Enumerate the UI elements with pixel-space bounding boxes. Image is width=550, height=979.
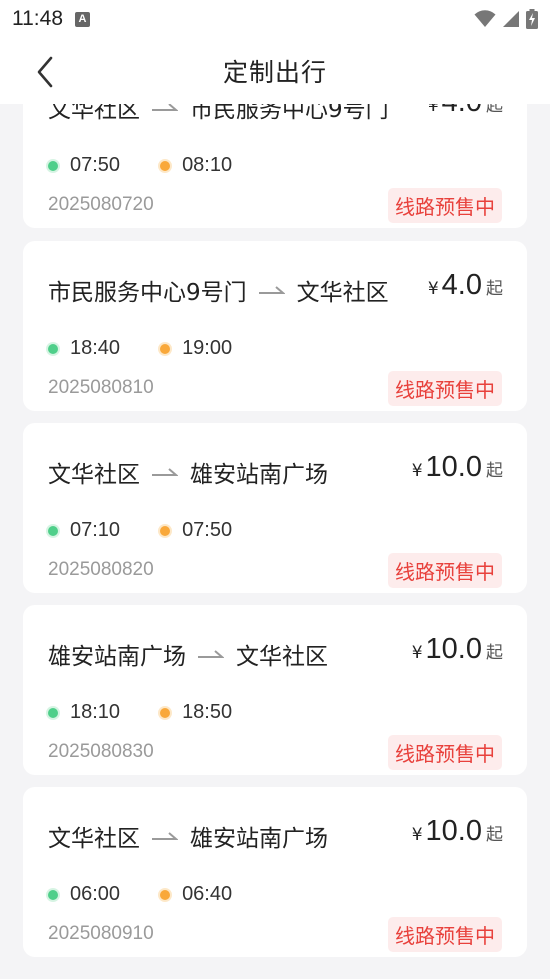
arrive-time: 18:50 <box>182 701 233 723</box>
route-from: 雄安站南广场 <box>48 644 186 670</box>
route-to: 文华社区 <box>236 644 328 670</box>
app-header: 定制出行 <box>0 38 550 104</box>
wifi-icon <box>474 10 496 27</box>
route-code: 2025080720 <box>48 194 154 215</box>
price-suffix: 起 <box>486 279 503 299</box>
price-currency: ¥ <box>411 825 423 845</box>
orange-dot-icon <box>160 707 171 718</box>
depart-time-item: 06:00 <box>48 883 120 906</box>
route-code: 2025080910 <box>48 923 154 944</box>
arrive-time: 07:50 <box>182 519 233 541</box>
arrive-time: 19:00 <box>182 337 233 359</box>
route-name: 文华社区 雄安站南广场 <box>48 455 328 489</box>
price: ¥ 10.0 起 <box>412 633 503 666</box>
green-dot-icon <box>48 160 58 171</box>
route-code: 2025080830 <box>48 741 154 762</box>
arrive-time-item: 07:50 <box>160 519 232 542</box>
status-icons <box>474 9 538 29</box>
green-dot-icon <box>48 707 58 718</box>
route-card[interactable]: 雄安站南广场 文华社区 ¥ 10.0 起 18:10 18:50 2025080… <box>23 605 527 775</box>
status-badge: 线路预售中 <box>388 917 502 952</box>
time-row: 18:40 19:00 <box>48 337 232 360</box>
arrive-time: 08:10 <box>182 154 233 176</box>
arrive-time-item: 19:00 <box>160 337 232 360</box>
depart-time-item: 18:40 <box>48 337 120 360</box>
time-row: 18:10 18:50 <box>48 701 232 724</box>
price-suffix: 起 <box>486 643 503 663</box>
price-value: 10.0 <box>425 633 482 665</box>
orange-dot-icon <box>160 160 171 171</box>
arrive-time: 06:40 <box>182 883 233 905</box>
route-from: 文华社区 <box>48 826 140 852</box>
arrive-time-item: 06:40 <box>160 883 232 906</box>
price-currency: ¥ <box>411 461 423 481</box>
route-card[interactable]: 文华社区 雄安站南广场 ¥ 10.0 起 07:10 07:50 2025080… <box>23 423 527 593</box>
depart-time-item: 18:10 <box>48 701 120 724</box>
a-icon: A <box>75 11 90 27</box>
price: ¥ 10.0 起 <box>412 451 503 484</box>
depart-time-item: 07:10 <box>48 519 120 542</box>
page-title: 定制出行 <box>222 58 327 87</box>
route-card[interactable]: 文华社区 雄安站南广场 ¥ 10.0 起 06:00 06:40 2025080… <box>23 787 527 957</box>
route-from: 市民服务中心9号门 <box>48 280 247 306</box>
arrive-time-item: 18:50 <box>160 701 232 724</box>
route-to: 文华社区 <box>296 280 389 306</box>
depart-time: 07:10 <box>70 519 121 541</box>
depart-time: 06:00 <box>70 883 121 905</box>
route-to: 雄安站南广场 <box>190 462 328 488</box>
route-from: 文华社区 <box>48 462 140 488</box>
orange-dot-icon <box>160 343 171 354</box>
price-value: 10.0 <box>425 451 482 483</box>
signal-icon <box>503 11 519 27</box>
price-value: 10.0 <box>425 815 482 847</box>
chevron-left-icon <box>37 56 53 88</box>
route-code: 2025080810 <box>48 377 154 398</box>
status-bar: 11:48 A <box>0 0 550 38</box>
route-name: 文华社区 雄安站南广场 <box>48 819 328 853</box>
status-badge: 线路预售中 <box>388 371 502 406</box>
arrow-right-icon <box>198 649 224 659</box>
depart-time: 18:40 <box>70 337 121 359</box>
time-row: 06:00 06:40 <box>48 883 232 906</box>
green-dot-icon <box>48 525 58 536</box>
orange-dot-icon <box>160 525 171 536</box>
status-badge: 线路预售中 <box>388 553 502 588</box>
time-row: 07:50 08:10 <box>48 154 232 177</box>
depart-time: 07:50 <box>70 154 121 176</box>
status-badge: 线路预售中 <box>388 735 502 770</box>
route-name: 市民服务中心9号门 文华社区 <box>48 273 389 307</box>
price-suffix: 起 <box>486 825 503 845</box>
status-time: 11:48 <box>12 7 63 30</box>
depart-time: 18:10 <box>70 701 121 723</box>
price: ¥ 10.0 起 <box>412 815 503 848</box>
battery-charging-icon <box>526 9 538 29</box>
orange-dot-icon <box>160 889 171 900</box>
arrow-right-icon <box>152 467 178 477</box>
green-dot-icon <box>48 343 58 354</box>
route-name: 雄安站南广场 文华社区 <box>48 637 328 671</box>
route-to: 雄安站南广场 <box>190 826 328 852</box>
back-button[interactable] <box>28 55 62 89</box>
price-currency: ¥ <box>427 279 439 299</box>
arrow-right-icon <box>152 831 178 841</box>
price: ¥ 4.0 起 <box>428 269 503 302</box>
time-row: 07:10 07:50 <box>48 519 232 542</box>
route-code: 2025080820 <box>48 559 154 580</box>
route-card[interactable]: 市民服务中心9号门 文华社区 ¥ 4.0 起 18:40 19:00 20250… <box>23 241 527 411</box>
arrive-time-item: 08:10 <box>160 154 232 177</box>
depart-time-item: 07:50 <box>48 154 120 177</box>
price-value: 4.0 <box>441 269 482 301</box>
price-currency: ¥ <box>411 643 423 663</box>
route-list: 文华社区 市民服务中心9号门 ¥ 4.0 起 07:50 08:10 20250… <box>0 0 550 979</box>
price-suffix: 起 <box>486 461 503 481</box>
arrow-right-icon <box>258 285 285 295</box>
status-badge: 线路预售中 <box>388 188 502 223</box>
green-dot-icon <box>48 889 58 900</box>
